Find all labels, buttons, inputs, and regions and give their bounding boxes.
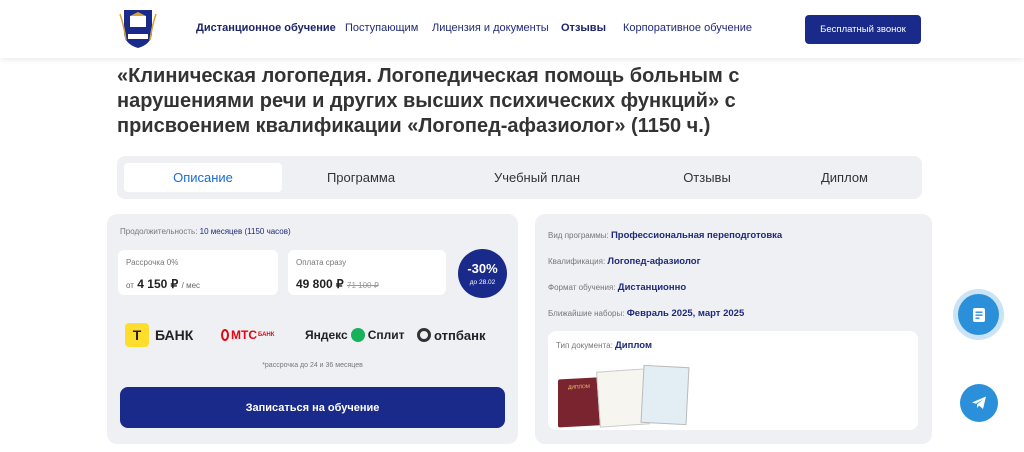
- full-price: 49 800 ₽: [296, 277, 344, 291]
- yandex-label: Яндекс: [305, 328, 348, 342]
- pricing-card: Продолжительность: 10 месяцев (1150 часо…: [107, 214, 518, 444]
- installment-price-line: от 4 150 ₽ / мес: [126, 277, 200, 291]
- program-type-row: Вид программы: Профессиональная переподг…: [548, 230, 782, 241]
- chat-widget-button[interactable]: [958, 294, 999, 335]
- doc-label: Тип документа:: [556, 341, 613, 350]
- doc-value: Диплом: [615, 340, 652, 351]
- mts-egg-icon: [221, 329, 229, 341]
- nav-distance-learning[interactable]: Дистанционное обучение: [196, 22, 336, 34]
- installment-note: *рассрочка до 24 и 36 месяцев: [262, 362, 363, 369]
- nav-corporate[interactable]: Корпоративное обучение: [623, 22, 752, 34]
- duration: Продолжительность: 10 месяцев (1150 часо…: [120, 227, 291, 236]
- yandex-split-logo: Яндекс Сплит: [305, 322, 404, 348]
- nav-applicants[interactable]: Поступающим: [345, 22, 418, 34]
- duration-value: 10 месяцев (1150 часов): [199, 227, 291, 236]
- row-value: Февраль 2025, март 2025: [626, 308, 745, 319]
- old-price: 71 100 ₽: [347, 281, 379, 290]
- installment-box: Рассрочка 0% от 4 150 ₽ / мес: [118, 250, 278, 295]
- full-payment-box: Оплата сразу 49 800 ₽ 71 100 ₽: [288, 250, 446, 295]
- title-line: нарушениями речи и других высших психиче…: [117, 90, 736, 112]
- split-label: Сплит: [367, 328, 405, 342]
- tab-diploma[interactable]: Диплом: [767, 163, 922, 192]
- otp-bank-label: банк: [455, 327, 486, 343]
- row-label: Формат обучения:: [548, 283, 616, 292]
- diploma-cover-text: ДИПЛОМ: [568, 383, 590, 391]
- tab-curriculum[interactable]: Учебный план: [457, 163, 617, 192]
- discount-value: -30%: [467, 261, 498, 276]
- qualification-row: Квалификация: Логопед-афазиолог: [548, 256, 701, 267]
- format-row: Формат обучения: Дистанционно: [548, 282, 686, 293]
- title-line: присвоением квалификации «Логопед-афазио…: [117, 115, 711, 137]
- tbank-logo: Т БАНК: [125, 322, 193, 348]
- enroll-button[interactable]: Записаться на обучение: [120, 387, 505, 428]
- title-line: «Клиническая логопедия. Логопедическая п…: [117, 65, 740, 87]
- site-header: Дистанционное обучение Поступающим Лицен…: [0, 0, 1024, 58]
- logo[interactable]: [118, 6, 158, 50]
- tbank-shield-icon: Т: [125, 323, 149, 347]
- bank-logos: Т БАНК МТС БАНК Яндекс Сплит отп банк: [125, 322, 505, 348]
- discount-badge: -30% до 28.02: [458, 249, 507, 298]
- row-value: Профессиональная переподготовка: [610, 230, 783, 241]
- document-type-box: Тип документа: Диплом ДИПЛОМ: [548, 331, 918, 430]
- duration-label: Продолжительность:: [120, 227, 198, 236]
- full-payment-price-line: 49 800 ₽ 71 100 ₽: [296, 277, 379, 291]
- otp-ring-icon: [417, 328, 431, 342]
- form-icon: [972, 307, 985, 322]
- row-label: Ближайшие наборы:: [548, 309, 625, 318]
- mts-label: МТС: [231, 328, 257, 342]
- enrollment-dates-row: Ближайшие наборы: Февраль 2025, март 202…: [548, 308, 744, 319]
- installment-unit: / мес: [181, 281, 201, 290]
- mts-bank-logo: МТС БАНК: [221, 322, 274, 348]
- telegram-button[interactable]: [960, 384, 998, 422]
- page-title: «Клиническая логопедия. Логопедическая п…: [117, 64, 757, 139]
- otp-label: отп: [434, 327, 456, 343]
- tab-program[interactable]: Программа: [282, 163, 440, 192]
- tbank-label: БАНК: [155, 327, 194, 343]
- diploma-image: ДИПЛОМ: [558, 364, 690, 428]
- telegram-icon: [972, 396, 986, 409]
- nav-reviews[interactable]: Отзывы: [561, 22, 606, 34]
- university-crest-icon: [119, 10, 157, 48]
- row-value: Дистанционно: [617, 282, 687, 293]
- tab-bar: Описание Программа Учебный план Отзывы Д…: [117, 156, 922, 199]
- program-details-card: Вид программы: Профессиональная переподг…: [535, 214, 932, 444]
- diploma-insert: [640, 364, 690, 426]
- installment-label: Рассрочка 0%: [126, 258, 179, 267]
- tab-reviews[interactable]: Отзывы: [627, 163, 787, 192]
- installment-price: 4 150 ₽: [137, 277, 179, 291]
- row-value: Логопед-афазиолог: [607, 256, 701, 267]
- discount-until: до 28.02: [469, 279, 496, 286]
- row-label: Квалификация:: [548, 257, 606, 266]
- otp-bank-logo: отп банк: [417, 322, 485, 348]
- document-type: Тип документа: Диплом: [556, 340, 652, 351]
- full-payment-label: Оплата сразу: [296, 258, 347, 267]
- nav-license-docs[interactable]: Лицензия и документы: [432, 22, 549, 34]
- split-icon: [350, 328, 365, 342]
- row-label: Вид программы:: [548, 231, 609, 240]
- tab-description[interactable]: Описание: [124, 163, 282, 192]
- installment-prefix: от: [126, 281, 134, 290]
- mts-bank-label: БАНК: [258, 332, 275, 338]
- free-call-button[interactable]: Бесплатный звонок: [805, 15, 921, 44]
